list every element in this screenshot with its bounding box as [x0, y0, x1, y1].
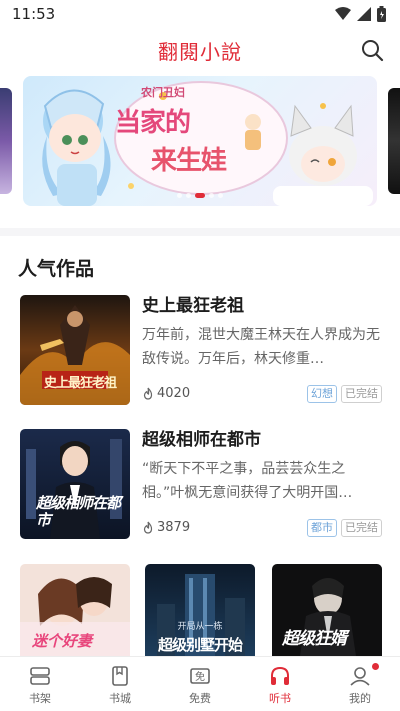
- status-tag: 已完结: [341, 385, 382, 403]
- flame-icon: [143, 521, 153, 534]
- profile-icon: [350, 667, 370, 686]
- book-description: “断天下不平之事，品芸芸众生之相。”叶枫无意间获得了大明开国…: [142, 461, 353, 501]
- book-meta: 4020 幻想 已完结: [142, 385, 382, 405]
- status-tag: 已完结: [341, 519, 382, 537]
- grid-book-cover[interactable]: 超级狂婿: [272, 564, 382, 656]
- section-title: 人气作品: [18, 258, 95, 280]
- book-info: 史上最狂老祖 万年前，混世大魔王林天在人界成为无敌传说。万年后，林天修重… 40…: [142, 295, 382, 405]
- genre-tag: 都市: [307, 519, 337, 537]
- book-title: 史上最狂老祖: [142, 296, 244, 316]
- status-bar: 11:53: [0, 0, 400, 28]
- book-tags: 幻想 已完结: [307, 385, 382, 403]
- tab-bookshelf[interactable]: 书架: [0, 657, 80, 711]
- headphones-icon: [271, 666, 289, 685]
- banner-dot: [209, 193, 214, 198]
- banner-prev-peek[interactable]: [0, 88, 12, 194]
- tab-audiobook[interactable]: 听书: [240, 657, 320, 711]
- grid-book-cover[interactable]: 迷个好妻: [20, 564, 130, 656]
- book-tags: 都市 已完结: [307, 519, 382, 537]
- grid-book-cover[interactable]: 开局从一栋 超级别墅开始: [145, 564, 255, 656]
- app-title: 翻閱小說: [158, 40, 242, 64]
- banner-dot: [186, 193, 191, 198]
- banner-dot: [218, 193, 223, 198]
- bottom-tab-bar: 书架 书城 免 免费 听书 我的: [0, 656, 400, 711]
- banner-dot: [177, 193, 182, 198]
- banner-title-line2: 来生娃: [151, 146, 227, 176]
- book-heat: 4020: [142, 386, 190, 401]
- book-meta: 3879 都市 已完结: [142, 519, 382, 539]
- book-heat-count: 4020: [157, 386, 191, 401]
- banner-carousel[interactable]: 农门丑妇 当家的 来生娃: [0, 76, 400, 206]
- banner-next-peek[interactable]: [388, 88, 400, 194]
- tab-free[interactable]: 免 免费: [160, 657, 240, 711]
- grid-cover-title: 迷个好妻: [32, 632, 93, 650]
- grid-cover-title: 超级别墅开始: [157, 636, 243, 654]
- genre-tag: 幻想: [307, 385, 337, 403]
- status-time: 11:53: [12, 5, 56, 23]
- signal-icon: [357, 7, 371, 21]
- book-heat-count: 3879: [157, 520, 191, 535]
- banner-slide[interactable]: 农门丑妇 当家的 来生娃: [23, 76, 377, 206]
- tab-label: 书城: [109, 692, 131, 705]
- book-cover[interactable]: 超级相师在都市: [20, 429, 130, 539]
- book-cover-title: 超级相师在都市: [36, 494, 121, 529]
- grid-cover-subtitle: 开局从一栋: [177, 622, 223, 632]
- tab-label: 听书: [269, 692, 291, 705]
- tab-label: 书架: [29, 692, 51, 705]
- book-heat: 3879: [142, 520, 190, 535]
- flame-icon: [143, 387, 153, 400]
- banner-indicator: [23, 193, 377, 198]
- section-divider: [0, 228, 400, 236]
- free-icon: 免: [190, 668, 210, 684]
- tab-label: 我的: [349, 692, 371, 705]
- book-item[interactable]: 超级相师在都市 超级相师在都市 “断天下不平之事，品芸芸众生之相。”叶枫无意间获…: [18, 429, 382, 539]
- status-icons: [335, 6, 386, 22]
- book-title: 超级相师在都市: [142, 430, 261, 450]
- banner-dot-active: [195, 193, 205, 198]
- book-grid: 迷个好妻 开局从一栋 超级别墅开始 超级狂婿: [18, 564, 382, 656]
- book-cover[interactable]: 史上最狂老祖: [20, 295, 130, 405]
- tab-bookstore[interactable]: 书城: [80, 657, 160, 711]
- tab-profile[interactable]: 我的: [320, 657, 400, 711]
- book-description: 万年前，混世大魔王林天在人界成为无敌传说。万年后，林天修重…: [142, 327, 380, 367]
- wifi-icon: [335, 7, 351, 20]
- book-item[interactable]: 史上最狂老祖 史上最狂老祖 万年前，混世大魔王林天在人界成为无敌传说。万年后，林…: [18, 295, 382, 405]
- battery-icon: [377, 6, 386, 22]
- app-header: 翻閱小說: [0, 28, 400, 72]
- notification-dot: [372, 663, 379, 670]
- svg-text:免: 免: [195, 670, 205, 683]
- bookshelf-icon: [30, 667, 50, 685]
- book-info: 超级相师在都市 “断天下不平之事，品芸芸众生之相。”叶枫无意间获得了大明开国… …: [142, 429, 382, 539]
- banner-title-line1: 当家的: [115, 108, 191, 138]
- bookstore-icon: [112, 666, 128, 686]
- banner-subtitle: 农门丑妇: [141, 86, 185, 99]
- grid-cover-title: 超级狂婿: [282, 629, 347, 649]
- search-icon[interactable]: [360, 38, 384, 62]
- book-cover-title: 史上最狂老祖: [44, 376, 117, 391]
- tab-label: 免费: [189, 692, 211, 705]
